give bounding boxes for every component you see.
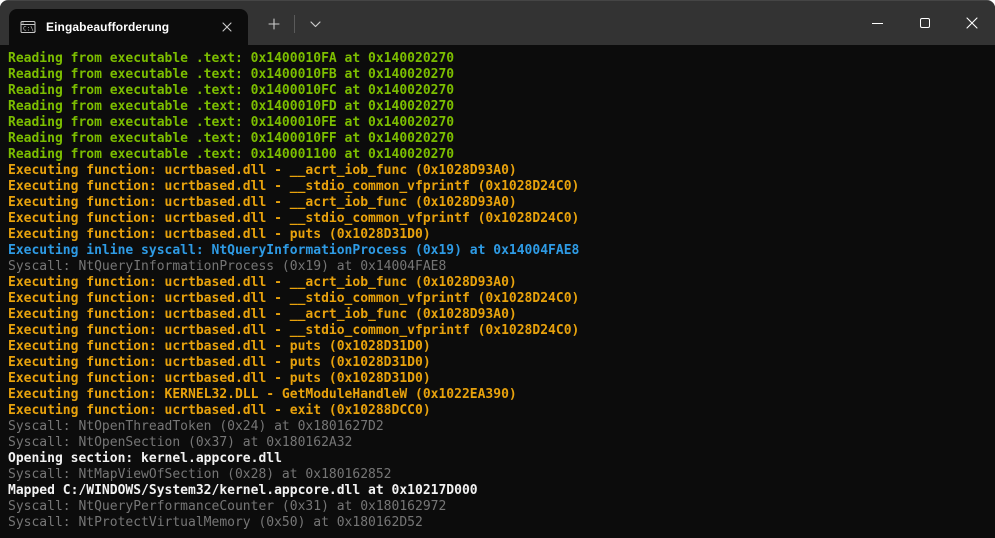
minimize-icon bbox=[872, 23, 883, 24]
tab-title: Eingabeaufforderung bbox=[46, 20, 204, 34]
cmd-window-icon: C:\_ bbox=[20, 19, 36, 35]
title-bar-drag-area[interactable] bbox=[333, 1, 854, 45]
terminal-line: Syscall: NtProtectVirtualMemory (0x50) a… bbox=[8, 515, 987, 531]
terminal-line: Executing function: ucrtbased.dll - __ac… bbox=[8, 195, 987, 211]
terminal-line: Executing function: ucrtbased.dll - puts… bbox=[8, 355, 987, 371]
tab-dropdown-button[interactable] bbox=[297, 8, 333, 40]
terminal-line: Reading from executable .text: 0x1400010… bbox=[8, 99, 987, 115]
close-icon bbox=[966, 17, 978, 29]
terminal-line: Opening section: kernel.appcore.dll bbox=[8, 451, 987, 467]
terminal-line: Executing function: KERNEL32.DLL - GetMo… bbox=[8, 387, 987, 403]
terminal-line: Executing function: ucrtbased.dll - __ac… bbox=[8, 163, 987, 179]
terminal-line: Reading from executable .text: 0x1400010… bbox=[8, 51, 987, 67]
tab-bar-separator bbox=[294, 15, 295, 33]
minimize-button[interactable] bbox=[854, 1, 901, 45]
terminal-line: Executing function: ucrtbased.dll - __st… bbox=[8, 291, 987, 307]
terminal-line: Syscall: NtQueryInformationProcess (0x19… bbox=[8, 259, 987, 275]
terminal-line: Executing function: ucrtbased.dll - __st… bbox=[8, 179, 987, 195]
terminal-line: Executing function: ucrtbased.dll - puts… bbox=[8, 339, 987, 355]
terminal-line: Reading from executable .text: 0x1400010… bbox=[8, 83, 987, 99]
terminal-line: Executing function: ucrtbased.dll - __ac… bbox=[8, 275, 987, 291]
terminal-line: Executing inline syscall: NtQueryInforma… bbox=[8, 243, 987, 259]
maximize-button[interactable] bbox=[901, 1, 948, 45]
cmd-icon-text: C:\_ bbox=[23, 26, 36, 33]
terminal-line: Mapped C:/WINDOWS/System32/kernel.appcor… bbox=[8, 483, 987, 499]
maximize-icon bbox=[920, 18, 930, 28]
terminal-line: Reading from executable .text: 0x1400010… bbox=[8, 115, 987, 131]
terminal-output[interactable]: Reading from executable .text: 0x1400010… bbox=[0, 45, 995, 538]
close-button[interactable] bbox=[948, 1, 995, 45]
tab-eingabeaufforderung[interactable]: C:\_ Eingabeaufforderung bbox=[9, 9, 248, 45]
terminal-line: Syscall: NtMapViewOfSection (0x28) at 0x… bbox=[8, 467, 987, 483]
terminal-line: Executing function: ucrtbased.dll - __st… bbox=[8, 323, 987, 339]
terminal-line: Syscall: NtQueryPerformanceCounter (0x31… bbox=[8, 499, 987, 515]
terminal-line: Reading from executable .text: 0x1400011… bbox=[8, 147, 987, 163]
terminal-line: Executing function: ucrtbased.dll - __ac… bbox=[8, 307, 987, 323]
terminal-window: C:\_ Eingabeaufforderung bbox=[0, 0, 995, 538]
terminal-line: Executing function: ucrtbased.dll - __st… bbox=[8, 211, 987, 227]
terminal-line: Executing function: ucrtbased.dll - exit… bbox=[8, 403, 987, 419]
title-bar: C:\_ Eingabeaufforderung bbox=[0, 1, 995, 45]
terminal-line: Executing function: ucrtbased.dll - puts… bbox=[8, 371, 987, 387]
tab-close-icon[interactable] bbox=[214, 14, 240, 40]
plus-icon bbox=[268, 18, 280, 30]
terminal-line: Reading from executable .text: 0x1400010… bbox=[8, 131, 987, 147]
new-tab-button[interactable] bbox=[256, 8, 292, 40]
terminal-line: Syscall: NtOpenThreadToken (0x24) at 0x1… bbox=[8, 419, 987, 435]
terminal-line: Executing function: ucrtbased.dll - puts… bbox=[8, 227, 987, 243]
chevron-down-icon bbox=[310, 21, 321, 28]
terminal-line: Syscall: NtOpenSection (0x37) at 0x18016… bbox=[8, 435, 987, 451]
terminal-line: Reading from executable .text: 0x1400010… bbox=[8, 67, 987, 83]
